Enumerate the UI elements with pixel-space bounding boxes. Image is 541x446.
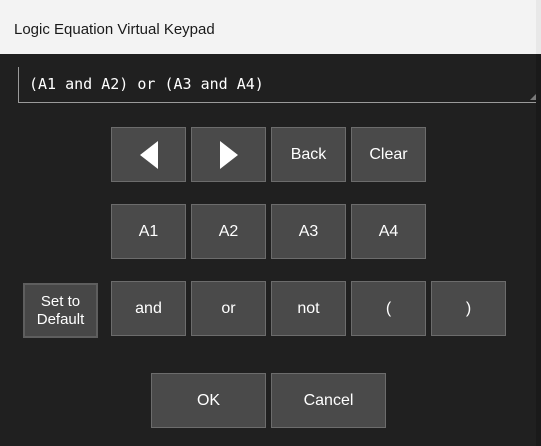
input-a3-button[interactable]: A3 xyxy=(271,204,346,259)
not-operator-button[interactable]: not xyxy=(271,281,346,336)
set-to-default-button[interactable]: Set to Default xyxy=(23,283,98,338)
window-title: Logic Equation Virtual Keypad xyxy=(14,21,215,38)
window-right-edge xyxy=(536,54,541,446)
cursor-left-button[interactable] xyxy=(111,127,186,182)
back-button[interactable]: Back xyxy=(271,127,346,182)
cursor-right-button[interactable] xyxy=(191,127,266,182)
left-triangle-icon xyxy=(139,140,158,169)
equation-value: (A1 and A2) or (A3 and A4) xyxy=(29,75,264,93)
ok-button[interactable]: OK xyxy=(151,373,266,428)
clear-button[interactable]: Clear xyxy=(351,127,426,182)
keypad-window: Logic Equation Virtual Keypad (A1 and A2… xyxy=(0,0,541,446)
cancel-button[interactable]: Cancel xyxy=(271,373,386,428)
and-operator-button[interactable]: and xyxy=(111,281,186,336)
equation-field[interactable]: (A1 and A2) or (A3 and A4) xyxy=(18,67,540,103)
input-a2-button[interactable]: A2 xyxy=(191,204,266,259)
title-bar-edge xyxy=(536,0,541,54)
right-paren-button[interactable]: ) xyxy=(431,281,506,336)
right-triangle-icon xyxy=(219,140,238,169)
title-bar[interactable]: Logic Equation Virtual Keypad xyxy=(0,0,541,54)
left-paren-button[interactable]: ( xyxy=(351,281,426,336)
or-operator-button[interactable]: or xyxy=(191,281,266,336)
input-a1-button[interactable]: A1 xyxy=(111,204,186,259)
input-a4-button[interactable]: A4 xyxy=(351,204,426,259)
